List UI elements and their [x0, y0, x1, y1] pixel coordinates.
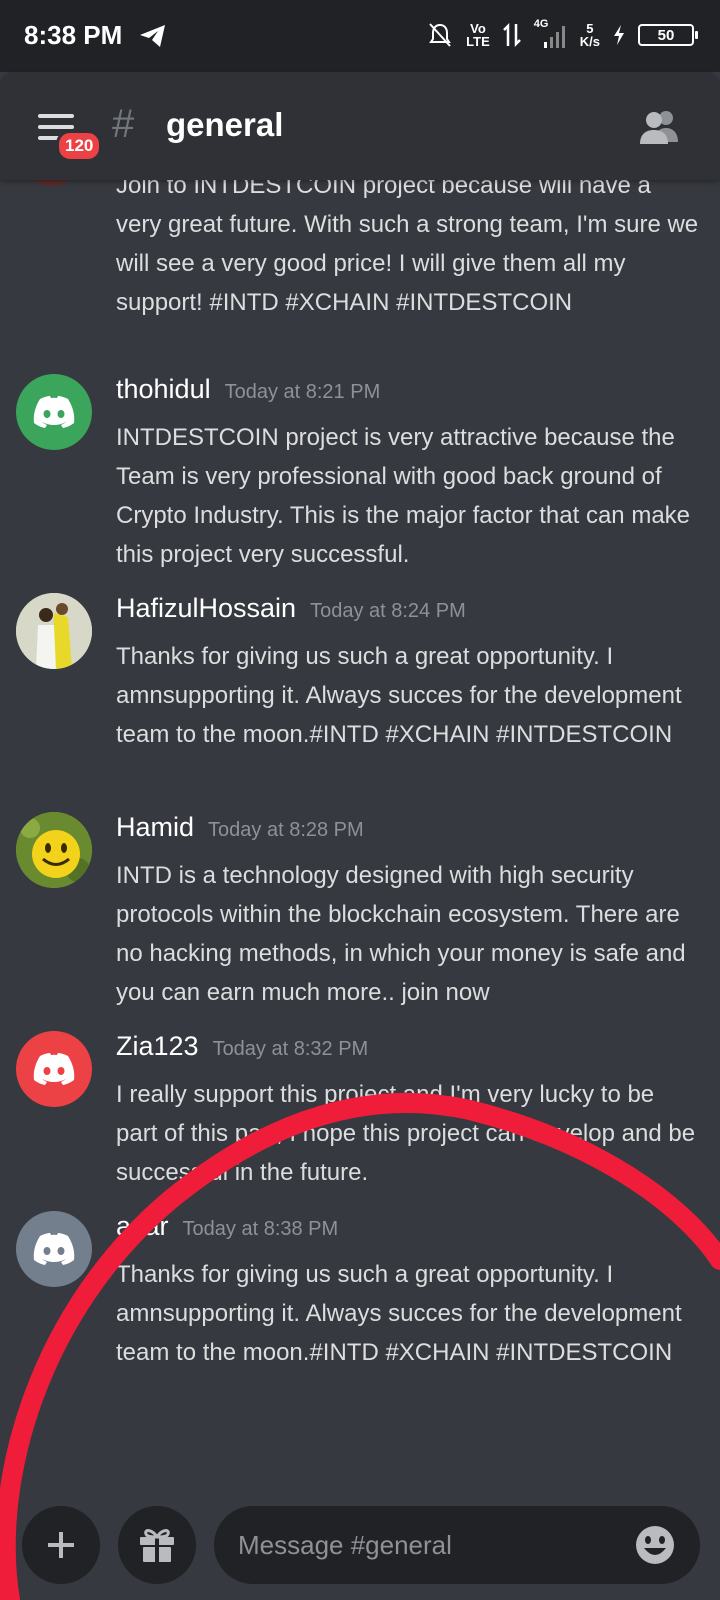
message-composer: Message #general — [0, 1470, 720, 1600]
message-content: I really support this project and I'm ve… — [116, 1081, 696, 1186]
avatar[interactable] — [16, 1211, 92, 1287]
telegram-icon — [140, 25, 165, 47]
discord-logo-icon — [33, 396, 75, 428]
message-input-placeholder: Message #general — [238, 1530, 452, 1560]
message-item: thohidul Today at 8:21 PM INTDESTCOIN pr… — [0, 374, 720, 574]
message-timestamp: Today at 8:28 PM — [208, 819, 364, 841]
message-content: INTDESTCOIN project is very attractive b… — [116, 424, 691, 568]
add-attachment-button[interactable] — [22, 1506, 100, 1584]
emoji-icon[interactable] — [634, 1524, 676, 1566]
message-content: Thanks for giving us such a great opport… — [116, 643, 682, 748]
message-item: azar Today at 8:38 PM Thanks for giving … — [0, 1211, 720, 1372]
avatar[interactable] — [16, 812, 92, 888]
message-content: Thanks for giving us such a great opport… — [116, 1261, 682, 1366]
battery-icon: 50 — [638, 24, 698, 46]
username[interactable]: thohidul — [116, 374, 211, 405]
username[interactable]: Hamid — [116, 812, 194, 843]
username[interactable]: HafizulHossain — [116, 593, 296, 624]
message-item: Join to INTDESTCOIN project because will… — [0, 180, 720, 322]
message-input[interactable]: Message #general — [214, 1506, 700, 1584]
members-icon[interactable] — [638, 108, 680, 144]
message-list[interactable]: Join to INTDESTCOIN project because will… — [0, 180, 720, 1470]
discord-logo-icon — [33, 1053, 75, 1085]
network-speed: 5 K/s — [580, 22, 600, 48]
avatar[interactable] — [16, 593, 92, 669]
notifications-off-icon — [429, 23, 452, 47]
charging-icon — [614, 25, 624, 45]
message-item: HafizulHossain Today at 8:24 PM Thanks f… — [0, 593, 720, 754]
volte-indicator: Vo LTE — [466, 22, 490, 48]
channel-hash-icon: # — [112, 102, 135, 146]
volte-lte-label: LTE — [466, 34, 490, 49]
message-timestamp: Today at 8:21 PM — [224, 381, 381, 403]
message-item: Hamid Today at 8:28 PM INTD is a technol… — [0, 812, 720, 1012]
message-content: INTD is a technology designed with high … — [116, 862, 686, 1006]
plus-icon — [48, 1532, 74, 1558]
avatar[interactable] — [16, 374, 92, 450]
message-content: Join to INTDESTCOIN project because will… — [116, 180, 699, 316]
message-item: Zia123 Today at 8:32 PM I really support… — [0, 1031, 720, 1192]
status-bar: 8:38 PM Vo LTE 4G 5 K/s 50 — [0, 0, 720, 72]
unread-badge: 120 — [56, 130, 103, 162]
message-timestamp: Today at 8:32 PM — [212, 1038, 369, 1060]
status-indicators: Vo LTE 4G 5 K/s 50 — [426, 18, 698, 52]
gift-button[interactable] — [118, 1506, 196, 1584]
channel-header: 120 # general — [0, 72, 720, 180]
username[interactable]: azar — [116, 1211, 169, 1242]
network-speed-unit: K/s — [579, 34, 600, 49]
smiley-photo-image — [16, 812, 92, 888]
channel-title[interactable]: general — [166, 106, 283, 144]
message-timestamp: Today at 8:38 PM — [182, 1218, 339, 1240]
message-timestamp: Today at 8:24 PM — [310, 600, 466, 622]
discord-logo-icon — [33, 1233, 75, 1265]
data-transfer-icon — [502, 22, 521, 48]
avatar[interactable] — [16, 1031, 92, 1107]
username[interactable]: Zia123 — [116, 1031, 199, 1062]
profile-photo-image — [16, 593, 92, 669]
gift-icon — [140, 1529, 174, 1562]
status-time: 8:38 PM — [24, 20, 123, 50]
signal-icon: 4G — [534, 18, 568, 50]
